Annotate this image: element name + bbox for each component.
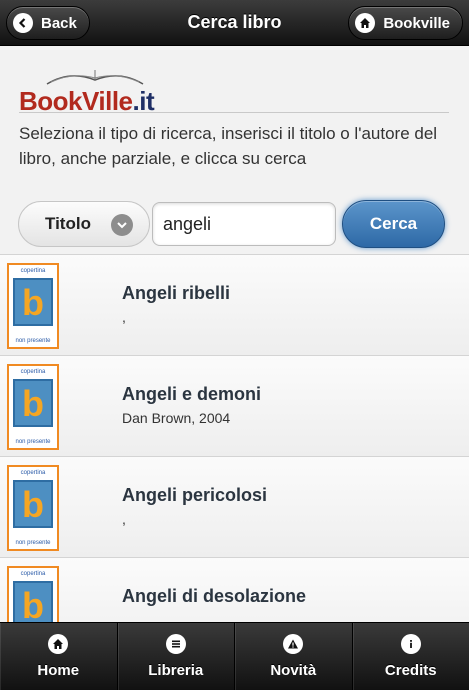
- tab-novita[interactable]: Novità: [235, 623, 353, 690]
- result-title: Angeli pericolosi: [122, 485, 268, 505]
- alert-icon: [283, 634, 304, 654]
- tab-label: Credits: [384, 662, 437, 679]
- tab-home[interactable]: Home: [0, 623, 118, 690]
- home-icon: [48, 634, 69, 654]
- instructions-text: Seleziona il tipo di ricerca, inserisci …: [19, 124, 438, 168]
- page-title: Cerca libro: [187, 12, 282, 32]
- tab-label: Home: [37, 662, 80, 679]
- result-title: Angeli e demoni: [122, 384, 262, 404]
- logo-divider: [19, 112, 449, 113]
- open-book-icon: [46, 70, 144, 85]
- result-item[interactable]: copertina b non presente Angeli e demoni…: [0, 355, 469, 456]
- list-icon: [165, 634, 186, 654]
- result-item[interactable]: copertina b non presente Angeli pericolo…: [0, 456, 469, 557]
- tab-label: Libreria: [148, 662, 204, 679]
- search-input[interactable]: [152, 202, 336, 246]
- result-author: ,: [122, 511, 126, 527]
- cover-placeholder-image: copertina b non presente: [7, 465, 59, 551]
- info-icon: [400, 634, 421, 654]
- cover-placeholder-image: copertina b non presente: [7, 263, 59, 349]
- result-item[interactable]: copertina b non presente Angeli ribelli …: [0, 254, 469, 355]
- search-submit-button[interactable]: Cerca: [342, 200, 445, 248]
- search-type-select[interactable]: Titolo: [18, 201, 150, 247]
- tab-credits[interactable]: Credits: [353, 623, 469, 690]
- header-bar: Back Cerca libro Bookville: [0, 0, 469, 46]
- result-author: ,: [122, 309, 126, 325]
- bookville-logo: BookVille.it: [19, 66, 159, 116]
- search-type-value: Titolo: [45, 214, 91, 233]
- result-author: Dan Brown, 2004: [122, 410, 231, 426]
- bookville-home-button[interactable]: Bookville: [348, 6, 463, 40]
- footer-navbar: Home Libreria Novità Credits: [0, 622, 469, 690]
- home-button-label: Bookville: [383, 14, 450, 32]
- back-arrow-icon: [13, 13, 33, 33]
- chevron-down-icon: [111, 214, 133, 236]
- tab-libreria[interactable]: Libreria: [118, 623, 235, 690]
- home-icon: [355, 13, 376, 33]
- result-title: Angeli di desolazione: [122, 586, 307, 606]
- result-title: Angeli ribelli: [122, 283, 231, 303]
- tab-label: Novità: [270, 662, 317, 679]
- cover-placeholder-image: copertina b non presente: [7, 364, 59, 450]
- back-button-label: Back: [41, 14, 77, 32]
- back-button[interactable]: Back: [6, 6, 90, 40]
- results-list: copertina b non presente Angeli ribelli …: [0, 254, 469, 658]
